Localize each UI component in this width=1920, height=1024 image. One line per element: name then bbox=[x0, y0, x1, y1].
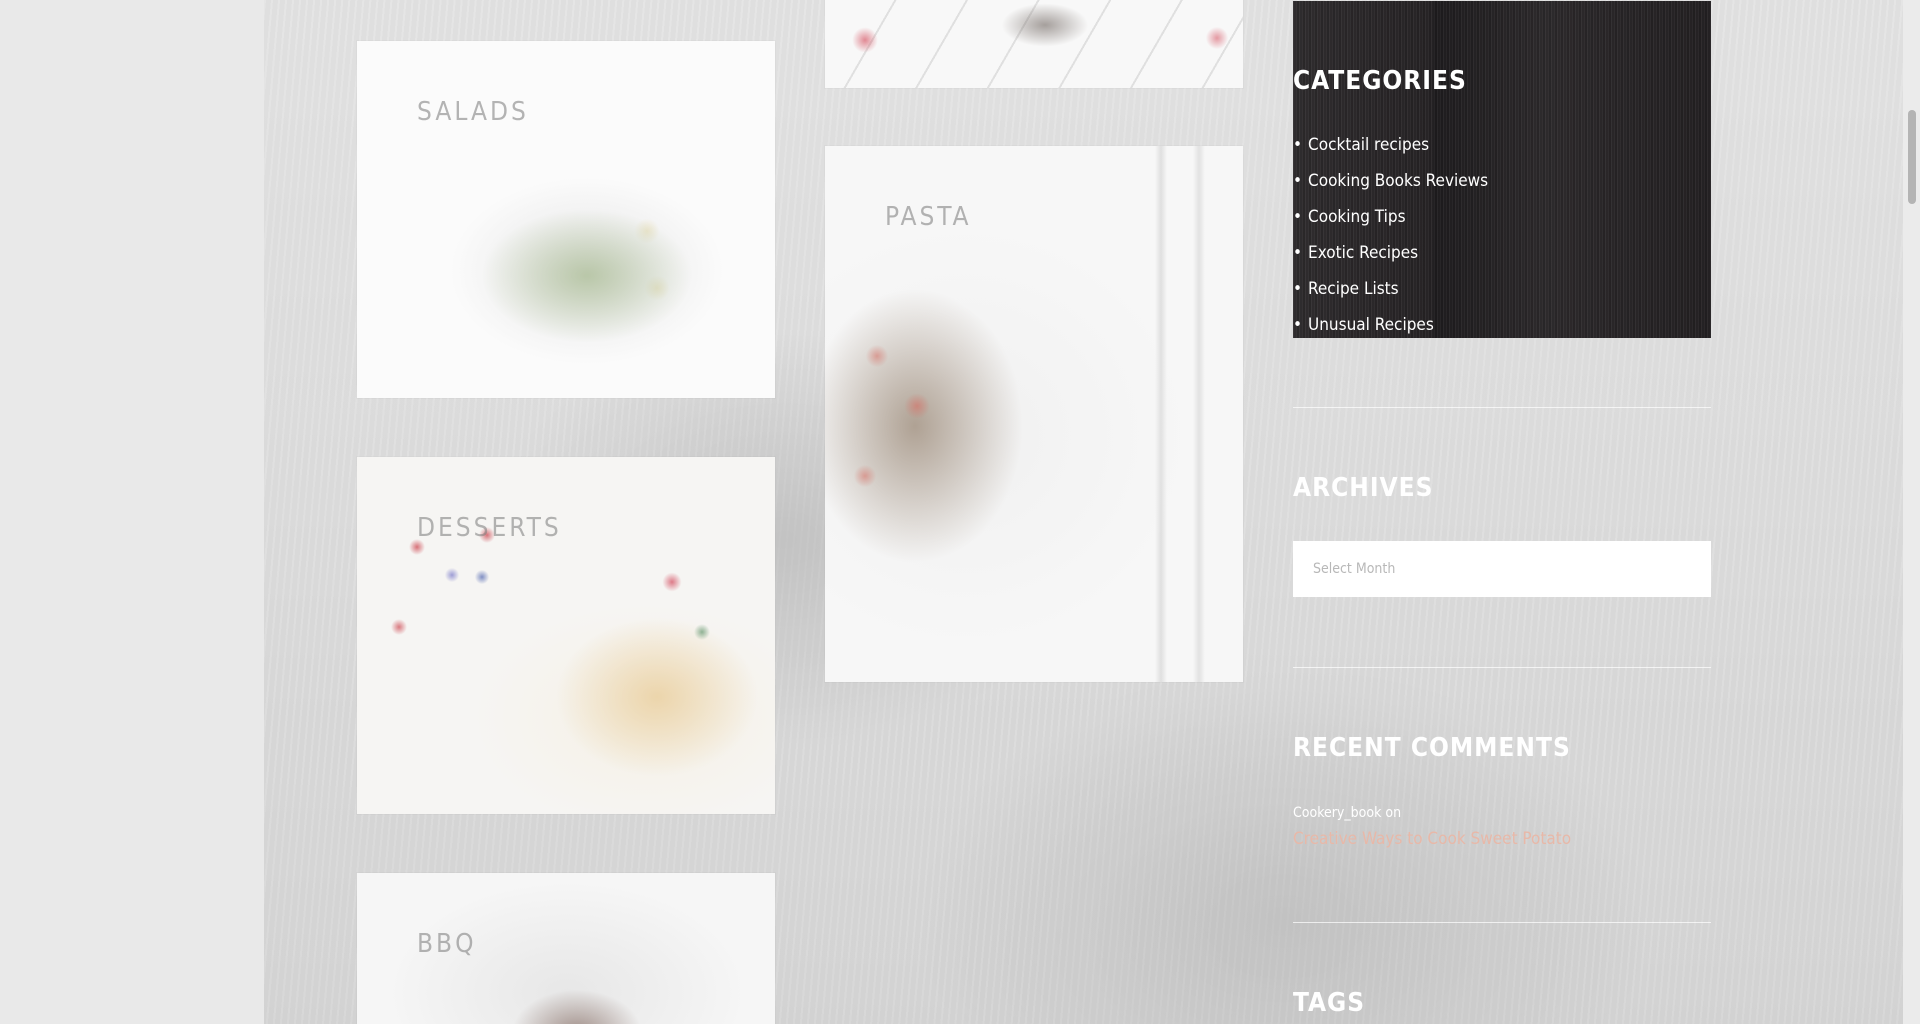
category-link-label: Unusual Recipes bbox=[1308, 315, 1434, 335]
salad-photo bbox=[357, 41, 775, 398]
archives-widget-title: ARCHIVES bbox=[1293, 473, 1434, 503]
category-card-label: PASTA bbox=[885, 202, 972, 232]
comment-post-link[interactable]: Creative Ways to Cook Sweet Potato bbox=[1293, 829, 1571, 849]
widget-divider bbox=[1293, 407, 1711, 408]
archives-month-select[interactable]: Select Month bbox=[1293, 541, 1711, 597]
category-card-pasta[interactable]: PASTA bbox=[825, 146, 1243, 682]
category-link-label: Exotic Recipes bbox=[1308, 243, 1419, 263]
select-placeholder: Select Month bbox=[1313, 561, 1396, 577]
categories-widget-title: CATEGORIES bbox=[1293, 66, 1467, 96]
scrollbar-thumb[interactable] bbox=[1908, 110, 1916, 204]
card-photo bbox=[825, 0, 1243, 88]
comment-on: on bbox=[1385, 805, 1402, 821]
category-card-label: SALADS bbox=[417, 97, 529, 127]
category-link[interactable]: • Exotic Recipes bbox=[1293, 238, 1488, 274]
recent-comments-widget-title: RECENT COMMENTS bbox=[1293, 733, 1571, 763]
category-link-label: Cooking Tips bbox=[1308, 207, 1406, 227]
bullet-icon: • bbox=[1293, 135, 1303, 155]
category-card-bbq[interactable]: BBQ bbox=[357, 873, 775, 1024]
bullet-icon: • bbox=[1293, 315, 1303, 335]
category-link-label: Recipe Lists bbox=[1308, 279, 1399, 299]
widget-divider bbox=[1293, 922, 1711, 923]
category-card-top-partial[interactable] bbox=[825, 0, 1243, 88]
category-card-label: DESSERTS bbox=[417, 513, 562, 543]
category-link-label: Cooking Books Reviews bbox=[1308, 171, 1489, 191]
categories-list: • Cocktail recipes • Cooking Books Reviews… bbox=[1293, 130, 1488, 346]
category-link[interactable]: • Cocktail recipes bbox=[1293, 130, 1488, 166]
category-card-salads[interactable]: SALADS bbox=[357, 41, 775, 398]
category-link[interactable]: • Recipe Lists bbox=[1293, 274, 1488, 310]
category-card-label: BBQ bbox=[417, 929, 477, 959]
category-link[interactable]: • Cooking Tips bbox=[1293, 202, 1488, 238]
dessert-photo bbox=[357, 457, 775, 814]
page-scrollbar[interactable] bbox=[1903, 0, 1920, 1024]
comment-author[interactable]: Cookery_book bbox=[1293, 805, 1381, 821]
bullet-icon: • bbox=[1293, 243, 1303, 263]
bullet-icon: • bbox=[1293, 279, 1303, 299]
tags-widget-title: TAGS bbox=[1293, 988, 1366, 1018]
category-card-desserts[interactable]: DESSERTS bbox=[357, 457, 775, 814]
category-link[interactable]: • Unusual Recipes bbox=[1293, 310, 1488, 346]
category-link-label: Cocktail recipes bbox=[1308, 135, 1430, 155]
bullet-icon: • bbox=[1293, 207, 1303, 227]
comment-meta: Cookery_book on bbox=[1293, 805, 1401, 821]
bullet-icon: • bbox=[1293, 171, 1303, 191]
category-link[interactable]: • Cooking Books Reviews bbox=[1293, 166, 1488, 202]
widget-divider bbox=[1293, 667, 1711, 668]
